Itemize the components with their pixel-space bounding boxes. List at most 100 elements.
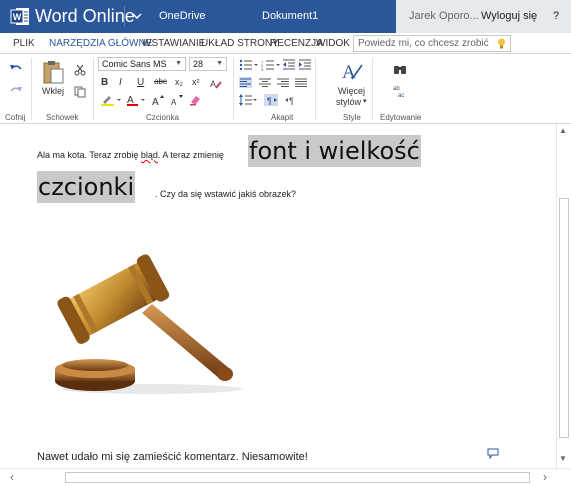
group-separator <box>31 58 32 120</box>
paragraph-line-1: Ala ma kota. Teraz zrobię bląd. A teraz … <box>37 135 457 169</box>
large-selected-text: czcionki <box>37 171 136 203</box>
tab-file[interactable]: PLIK <box>13 38 35 49</box>
more-styles-label-1[interactable]: Więcej <box>338 86 365 96</box>
search-placeholder: Powiedz mi, co chcesz zrobić <box>358 38 489 49</box>
grow-font-icon[interactable]: A <box>152 94 164 106</box>
spelling-error-text: bląd <box>140 150 158 160</box>
horizontal-scrollbar[interactable]: ‹ › <box>0 468 571 486</box>
svg-text:3: 3 <box>261 67 264 71</box>
paste-icon[interactable] <box>42 59 64 85</box>
line-spacing-icon[interactable] <box>239 94 257 106</box>
find-binoculars-icon[interactable] <box>393 63 407 75</box>
copy-format-icon[interactable] <box>74 86 86 98</box>
bold-button[interactable]: B <box>101 77 108 88</box>
shrink-font-icon[interactable]: A <box>171 94 183 106</box>
italic-button[interactable]: I <box>119 77 122 88</box>
ltr-paragraph-icon[interactable]: ¶ <box>264 94 278 106</box>
numbering-icon[interactable]: 1 2 3 <box>261 59 281 71</box>
subscript-button[interactable]: x₂ <box>175 77 183 87</box>
title-bar: W Word Online OneDrive Dokument1 Jarek O… <box>0 0 571 33</box>
tab-review[interactable]: RECENZJA <box>270 38 323 49</box>
group-separator <box>315 58 316 120</box>
clear-formatting-icon[interactable]: A <box>210 78 222 89</box>
svg-text:A: A <box>342 62 356 83</box>
align-left-icon[interactable] <box>239 77 252 88</box>
paragraph-line-2: czcionki . Czy da się wstawić jakiś obra… <box>37 171 296 203</box>
replace-icon[interactable]: ab ac <box>393 84 407 98</box>
word-logo-icon[interactable]: W <box>10 7 30 26</box>
svg-text:¶: ¶ <box>267 96 272 106</box>
tell-me-search[interactable]: Powiedz mi, co chcesz zrobić <box>353 35 511 52</box>
scroll-down-icon[interactable]: ▼ <box>559 454 567 463</box>
body-text: . Czy da się wstawić jakiś obrazek? <box>155 189 297 199</box>
dropdown-arrow-icon: ▼ <box>175 60 182 67</box>
group-label-editing: Edytowanie <box>380 113 422 122</box>
svg-text:A: A <box>152 97 159 106</box>
comment-paragraph: Nawet udało mi się zamieścić komentarz. … <box>37 451 308 463</box>
font-name-value: Comic Sans MS <box>102 59 167 69</box>
tab-page-layout[interactable]: UKŁAD STRONY <box>201 38 279 49</box>
bullets-icon[interactable] <box>239 59 259 71</box>
increase-indent-icon[interactable] <box>299 59 311 71</box>
svg-text:ac: ac <box>398 93 404 98</box>
scissors-icon[interactable] <box>74 64 86 76</box>
svg-text:¶: ¶ <box>289 96 294 106</box>
body-text-part: Ala ma kota. Teraz zrobię <box>37 150 141 160</box>
highlight-color-icon[interactable] <box>100 94 122 106</box>
logout-link[interactable]: Wyloguj się <box>481 10 537 22</box>
styles-icon[interactable]: A <box>340 59 364 83</box>
onedrive-link[interactable]: OneDrive <box>159 10 205 22</box>
strikethrough-button[interactable]: abc <box>154 77 167 86</box>
align-center-icon[interactable] <box>259 77 271 88</box>
user-name[interactable]: Jarek Oporo... <box>409 10 479 22</box>
group-label-style: Style <box>343 113 361 122</box>
dropdown-arrow-icon: ▾ <box>363 98 367 105</box>
document-canvas[interactable]: Ala ma kota. Teraz zrobię bląd. A teraz … <box>0 124 571 468</box>
tab-view[interactable]: WIDOK <box>316 38 350 49</box>
svg-text:W: W <box>13 12 22 22</box>
lightbulb-icon <box>498 38 505 49</box>
svg-text:A: A <box>171 98 177 106</box>
vertical-scrollbar[interactable]: ▲ ▼ <box>556 124 571 468</box>
group-label-font: Czcionka <box>146 113 179 122</box>
align-right-icon[interactable] <box>277 77 289 88</box>
group-label-clipboard: Schowek <box>46 113 79 122</box>
font-size-value: 28 <box>193 59 204 69</box>
superscript-button[interactable]: x² <box>192 77 200 87</box>
body-text-part: . A teraz zmienię <box>157 150 224 160</box>
group-separator <box>372 58 373 120</box>
gavel-image[interactable] <box>52 241 252 396</box>
tab-home[interactable]: NARZĘDZIA GŁÓWNE <box>49 38 152 49</box>
scroll-left-icon[interactable]: ‹ <box>10 470 14 484</box>
font-size-select[interactable]: 28 ▼ <box>189 57 227 71</box>
undo-icon[interactable] <box>9 63 23 75</box>
document-name[interactable]: Dokument1 <box>262 10 318 22</box>
paste-label[interactable]: Wklej <box>42 86 64 96</box>
rtl-paragraph-icon[interactable]: ¶ <box>284 94 298 106</box>
comment-icon[interactable] <box>487 448 499 459</box>
tab-insert[interactable]: WSTAWIANIE <box>142 38 205 49</box>
body-text: Ala ma kota. Teraz zrobię bląd. A teraz … <box>37 150 224 160</box>
underline-button[interactable]: U <box>137 77 144 88</box>
font-name-select[interactable]: Comic Sans MS ▼ <box>98 57 186 71</box>
svg-text:A: A <box>210 79 216 89</box>
decrease-indent-icon[interactable] <box>283 59 295 71</box>
title-separator <box>124 6 125 27</box>
svg-text:ab: ab <box>393 86 400 92</box>
redo-icon[interactable] <box>9 85 23 97</box>
help-button[interactable]: ? <box>553 10 559 22</box>
group-separator <box>93 58 94 120</box>
scroll-right-icon[interactable]: › <box>543 470 547 484</box>
group-label-paragraph: Akapit <box>271 113 294 122</box>
app-name[interactable]: Word Online <box>35 6 135 27</box>
justify-icon[interactable] <box>295 77 307 88</box>
dropdown-arrow-icon: ▼ <box>216 60 223 67</box>
more-styles-label-2[interactable]: stylów <box>336 97 361 107</box>
horizontal-scroll-thumb[interactable] <box>65 472 530 483</box>
chevron-down-icon[interactable] <box>131 10 143 22</box>
font-color-icon[interactable]: A <box>126 94 148 106</box>
scroll-up-icon[interactable]: ▲ <box>559 126 567 135</box>
ribbon: Cofnij Wklej Schowek Comic Sans MS ▼ 28 … <box>0 54 571 124</box>
clear-all-formatting-icon[interactable] <box>189 94 202 106</box>
vertical-scroll-thumb[interactable] <box>559 198 569 438</box>
